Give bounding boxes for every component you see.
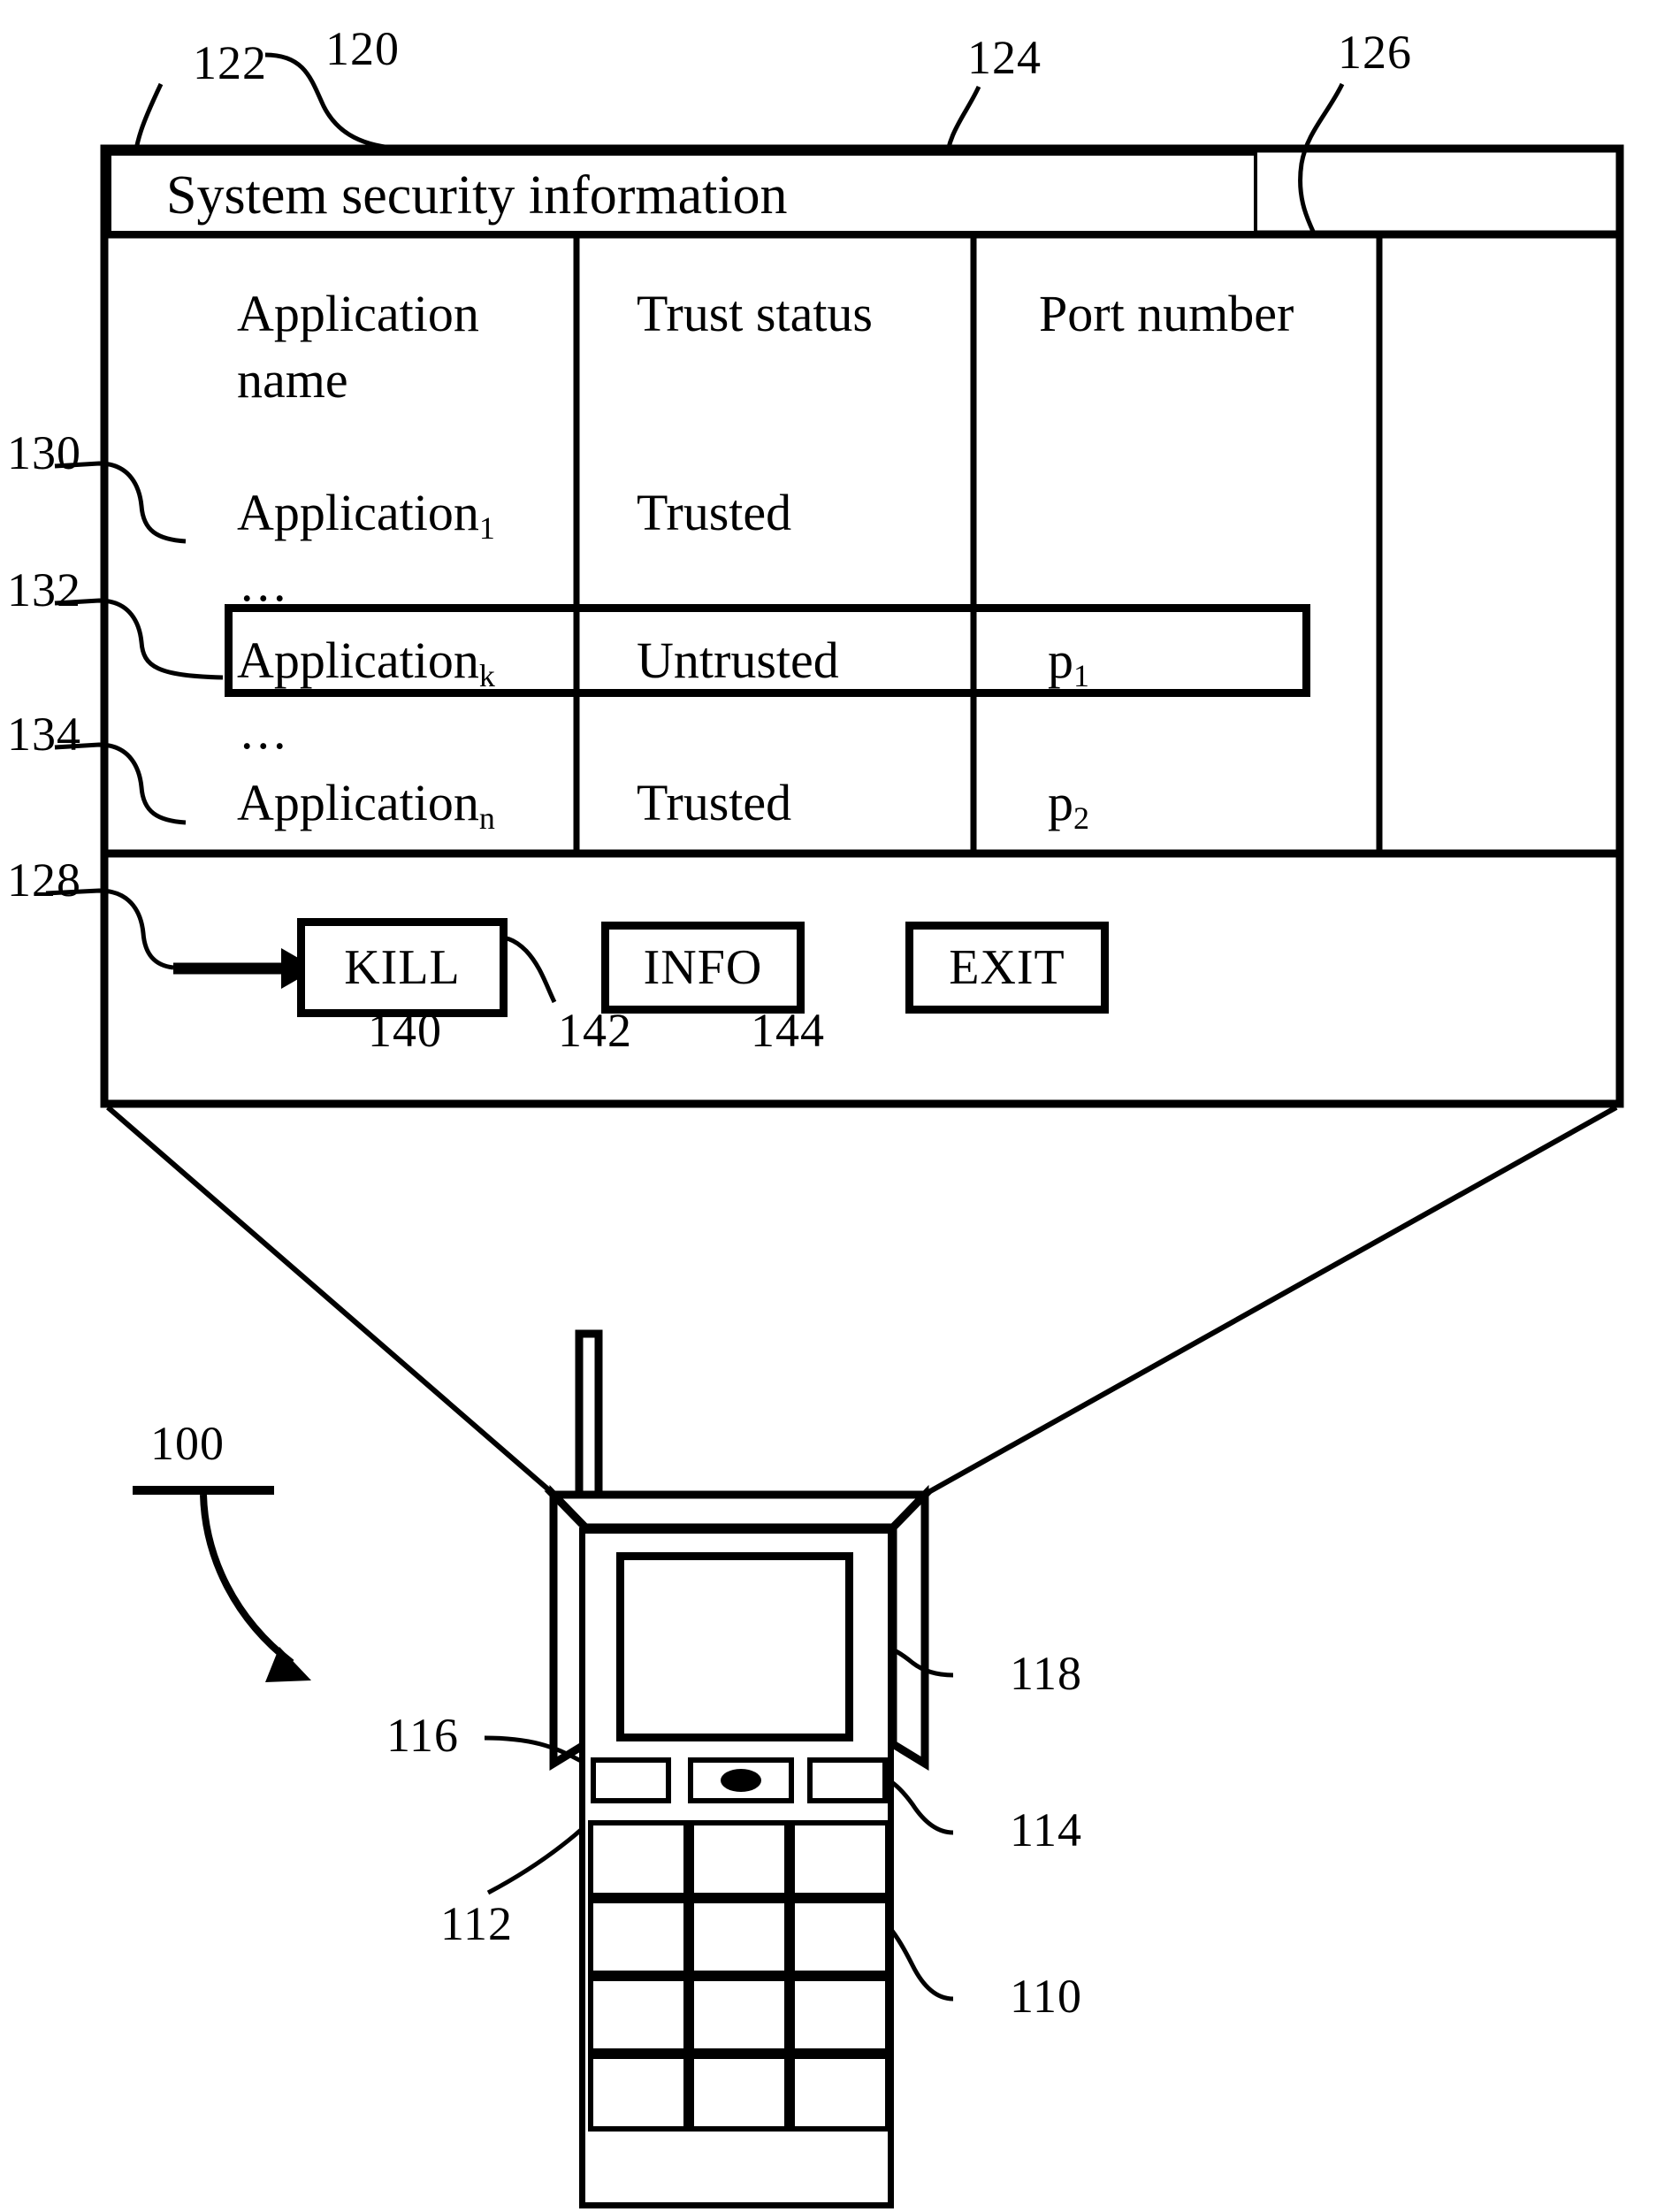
keypad-key[interactable]	[588, 1820, 689, 1898]
keypad-key[interactable]	[689, 2054, 790, 2132]
reference-numeral-100: 100	[150, 1417, 225, 1470]
reference-numeral-134: 134	[7, 708, 81, 761]
reference-numeral-130: 130	[7, 426, 81, 479]
reference-numeral-114: 114	[1010, 1803, 1082, 1856]
port-base: p	[1048, 631, 1073, 689]
keypad-key[interactable]	[790, 1976, 890, 2054]
reference-numeral-140: 140	[368, 1004, 442, 1057]
table-row-appn-trust: Trusted	[637, 774, 792, 831]
app-name-subscript: 1	[478, 510, 495, 546]
page-title: System security information	[166, 165, 788, 226]
reference-numeral-132: 132	[7, 563, 81, 616]
patent-figure: System security information Application …	[0, 0, 1672, 2212]
port-subscript: 2	[1073, 800, 1089, 836]
column-header-port-number: Port number	[1039, 285, 1294, 342]
reference-numeral-124: 124	[967, 31, 1042, 84]
table-row-app1-name: Application1	[237, 482, 495, 550]
keypad-key[interactable]	[689, 1820, 790, 1898]
security-panel-title-bar: System security information	[108, 152, 1257, 234]
table-row-appn-leading-ellipsis: ...	[240, 702, 290, 760]
keypad	[588, 1820, 890, 2132]
reference-numeral-112: 112	[440, 1897, 513, 1950]
device-reference-pointer	[133, 1486, 311, 1682]
keypad-key[interactable]	[689, 1976, 790, 2054]
right-softkey[interactable]	[807, 1757, 888, 1803]
kill-button[interactable]: KILL	[297, 918, 508, 1017]
keypad-key[interactable]	[689, 1898, 790, 1976]
app-name-subscript: k	[478, 658, 495, 693]
kill-pointer-arrow	[173, 948, 317, 989]
reference-numeral-110: 110	[1010, 1970, 1082, 2023]
port-subscript: 1	[1073, 658, 1089, 693]
table-row-app1-trust: Trusted	[637, 484, 792, 541]
app-name-base: Application	[237, 774, 479, 831]
expansion-callout-lines	[106, 1105, 1618, 1497]
reference-numeral-116: 116	[386, 1709, 459, 1762]
navigation-key[interactable]	[688, 1757, 794, 1803]
exit-button[interactable]: EXIT	[905, 922, 1109, 1014]
table-row-appk-name: Applicationk	[237, 630, 495, 698]
port-base: p	[1048, 774, 1073, 831]
app-name-subscript: n	[478, 800, 495, 836]
table-row-appk-leading-ellipsis: ...	[240, 555, 290, 612]
navigation-key-dot	[721, 1769, 761, 1792]
keypad-key[interactable]	[790, 1898, 890, 1976]
column-header-application-name-line2: name	[237, 351, 348, 409]
keypad-key[interactable]	[588, 1898, 689, 1976]
device-display-screen	[616, 1552, 853, 1741]
keypad-key[interactable]	[790, 2054, 890, 2132]
app-name-base: Application	[237, 631, 479, 689]
reference-numeral-120: 120	[325, 22, 400, 75]
app-name-base: Application	[237, 484, 479, 541]
reference-numeral-144: 144	[751, 1004, 825, 1057]
info-button[interactable]: INFO	[601, 922, 805, 1014]
keypad-key[interactable]	[790, 1820, 890, 1898]
keypad-key[interactable]	[588, 1976, 689, 2054]
reference-numeral-128: 128	[7, 853, 81, 907]
table-row-appn-name: Applicationn	[237, 772, 495, 840]
table-row-appk-port: p1	[1048, 630, 1089, 698]
left-softkey[interactable]	[591, 1757, 671, 1803]
keypad-key[interactable]	[588, 2054, 689, 2132]
reference-numeral-118: 118	[1010, 1647, 1082, 1700]
table-row-appn-port: p2	[1048, 772, 1089, 840]
column-header-application-name-line1: Application	[237, 285, 479, 342]
reference-numeral-126: 126	[1338, 26, 1412, 79]
reference-numeral-122: 122	[193, 36, 267, 89]
table-row-appk-trust: Untrusted	[637, 631, 839, 689]
column-header-trust-status: Trust status	[637, 285, 874, 342]
reference-numeral-142: 142	[558, 1004, 632, 1057]
